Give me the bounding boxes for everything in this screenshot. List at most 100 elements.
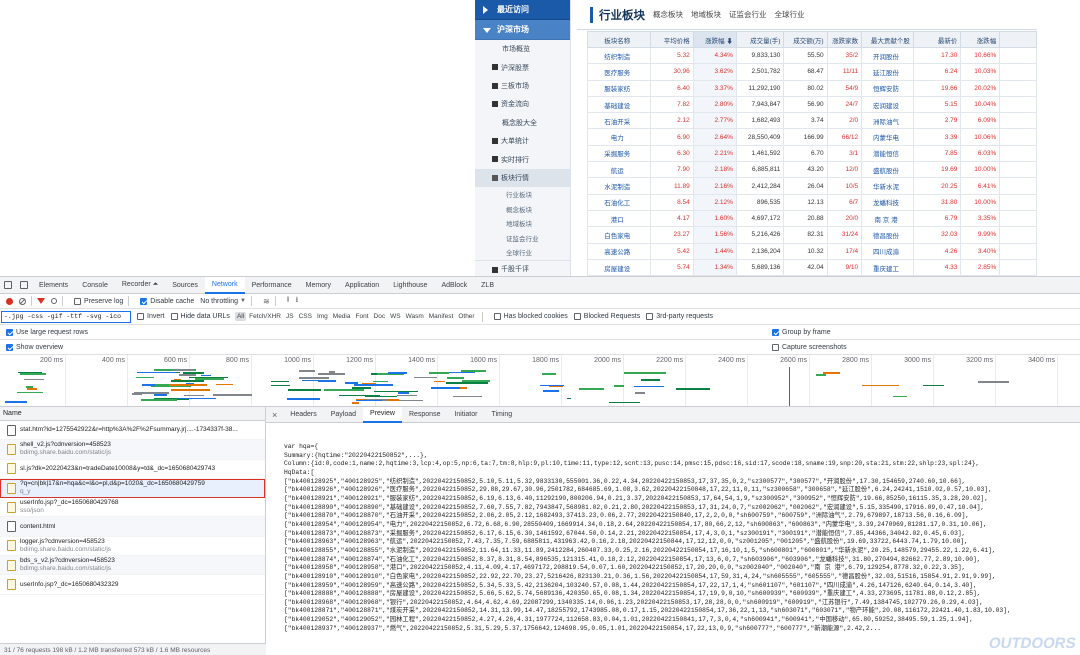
nav-recent-visits[interactable]: 最近访问 xyxy=(475,0,570,20)
column-header[interactable]: 最新价 xyxy=(912,31,962,48)
sidebar-item[interactable]: 资金流向 xyxy=(475,95,570,113)
export-icon[interactable]: ⭳ xyxy=(295,294,298,308)
type-filter[interactable]: WS xyxy=(388,312,402,321)
inspect-icon[interactable] xyxy=(4,281,12,289)
sidebar-subitem[interactable]: 证监会行业 xyxy=(475,231,570,246)
type-filter[interactable]: Fetch/XHR xyxy=(247,312,283,321)
name-column-header[interactable]: Name xyxy=(0,407,265,421)
request-row[interactable]: ?q=cn|bk|17&n=hqa&c=l&o=pl,d&p=1020&_dc=… xyxy=(0,478,265,499)
detail-tab[interactable]: Headers xyxy=(283,407,323,423)
preserve-log-checkbox[interactable]: Preserve log xyxy=(74,297,123,305)
table-row[interactable]: 石油开采 2.12 2.77% 1,682,493 3.74 2/0 洲际油气 2.79 6.0… xyxy=(587,112,1037,130)
site-tab[interactable]: 概念板块 xyxy=(653,9,683,20)
request-row[interactable]: content.html xyxy=(0,517,265,537)
throttling-select[interactable]: No throttling ▼ xyxy=(200,298,246,305)
devtools-tab[interactable]: ZLB xyxy=(474,277,501,294)
detail-tab[interactable]: Initiator xyxy=(447,407,484,423)
request-row[interactable]: sl.js?dk=20220423&n=tradeDate10008&y=td&… xyxy=(0,460,265,479)
sidebar-item[interactable]: 市场概览 xyxy=(475,40,570,58)
sidebar-subitem[interactable]: 行业板块 xyxy=(475,187,570,202)
request-row[interactable]: userInfo.jsp?_dc=1650680429768 sso/json xyxy=(0,498,265,518)
filter-icon[interactable] xyxy=(37,298,45,304)
site-tab[interactable]: 地域板块 xyxy=(691,9,721,20)
third-party-checkbox[interactable]: 3rd-party requests xyxy=(646,313,713,320)
devtools-tab[interactable]: Network xyxy=(204,276,245,294)
sidebar-item[interactable]: 沪深股票 xyxy=(475,58,570,76)
table-row[interactable]: 白色家电 23.27 1.56% 5,216,426 82.31 31/24 德昌股份 32.… xyxy=(587,226,1037,244)
close-icon[interactable]: × xyxy=(266,410,283,420)
devtools-tab[interactable]: Memory xyxy=(299,277,338,294)
sidebar-item[interactable]: 实时排行 xyxy=(475,150,570,168)
table-row[interactable]: 医疗服务 30.96 3.62% 2,501,782 68.47 11/11 延江股份 6.2… xyxy=(587,63,1037,81)
sidebar-item[interactable]: 三板市场 xyxy=(475,77,570,95)
filter-input[interactable] xyxy=(1,310,131,323)
table-row[interactable]: 高速公路 5.42 1.44% 2,136,204 10.32 17/4 四川成渝 4.26 3… xyxy=(587,242,1037,260)
show-overview-checkbox[interactable]: Show overview xyxy=(6,343,766,351)
devtools-tab[interactable]: Performance xyxy=(245,277,299,294)
column-header[interactable]: 最大贡献个股 xyxy=(861,31,914,48)
large-rows-checkbox[interactable]: Use large request rows xyxy=(6,328,766,336)
table-row[interactable]: 基础建设 7.82 2.80% 7,943,847 56.90 24/7 宏润建设 5.15 1… xyxy=(587,95,1037,114)
type-filter[interactable]: Doc xyxy=(372,312,388,321)
devtools-tab[interactable]: Console xyxy=(75,277,115,294)
column-header[interactable]: 平均价格 xyxy=(649,31,694,48)
table-row[interactable]: 航运 7.90 2.18% 6,885,811 43.20 12/0 盛航股份 19.69 10… xyxy=(587,161,1037,179)
import-icon[interactable]: ⭱ xyxy=(287,294,290,308)
search-icon[interactable] xyxy=(51,298,57,304)
devtools-tab[interactable]: Elements xyxy=(32,277,75,294)
type-filter[interactable]: Font xyxy=(354,312,371,321)
sidebar-item[interactable]: 板块行情 xyxy=(475,168,570,188)
type-filter[interactable]: Wasm xyxy=(404,312,426,321)
wifi-icon[interactable]: ≋ xyxy=(263,297,270,306)
sidebar-item[interactable]: 大单统计 xyxy=(475,132,570,150)
blocked-requests-checkbox[interactable]: Blocked Requests xyxy=(573,313,640,320)
devtools-tab[interactable]: Application xyxy=(338,277,386,294)
sidebar-item[interactable]: 千股千评 xyxy=(475,259,570,276)
table-row[interactable]: 石油化工 8.54 2.12% 896,535 12.13 6/7 龙蟠科技 31.80 10.… xyxy=(587,193,1037,211)
request-row[interactable]: userInfo.jsp?_dc=1650680432329 xyxy=(0,575,265,595)
detail-tab[interactable]: Response xyxy=(402,407,448,423)
column-header[interactable] xyxy=(999,31,1037,48)
network-overview-timeline[interactable]: 200 ms 400 ms 600 ms 800 ms 1000 ms 1200 ms 14… xyxy=(0,355,1080,407)
capture-screenshots-checkbox[interactable]: Capture screenshots xyxy=(772,343,847,351)
group-by-frame-checkbox[interactable]: Group by frame xyxy=(772,328,831,336)
table-row[interactable]: 电力 6.90 2.64% 28,550,409 166.99 66/12 内蒙华电 3.39… xyxy=(587,128,1037,146)
type-filter[interactable]: JS xyxy=(284,312,296,321)
table-row[interactable]: 采掘服务 6.30 2.21% 1,461,592 6.70 3/1 潜能恒信 7.85 6.0… xyxy=(587,144,1037,163)
nav-hushen-market[interactable]: 沪深市场 xyxy=(475,20,570,40)
sidebar-subitem[interactable]: 概念板块 xyxy=(475,202,570,217)
site-tab[interactable]: 证监会行业 xyxy=(729,9,767,20)
hide-data-urls-checkbox[interactable]: Hide data URLs xyxy=(170,313,230,320)
record-icon[interactable] xyxy=(6,297,13,305)
blocked-cookies-checkbox[interactable]: Has blocked cookies xyxy=(493,313,568,320)
detail-tab[interactable]: Payload xyxy=(324,407,363,423)
column-header[interactable]: 涨跌幅 ⬇ xyxy=(692,31,737,48)
clear-icon[interactable] xyxy=(19,297,26,305)
column-header[interactable]: 成交量(手) xyxy=(735,31,785,48)
type-filter[interactable]: Img xyxy=(315,312,330,321)
column-header[interactable]: 涨跌幅 xyxy=(960,31,1001,48)
sidebar-subitem[interactable]: 地域板块 xyxy=(475,216,570,231)
type-filter[interactable]: CSS xyxy=(297,312,314,321)
detail-tab[interactable]: Preview xyxy=(363,406,402,423)
type-filter[interactable]: Media xyxy=(331,312,353,321)
table-row[interactable]: 房屋建设 5.74 1.34% 5,689,136 42.04 9/10 重庆建工 4.33 2… xyxy=(587,258,1037,276)
request-row[interactable]: shell_v2.js?cdnversion=458523 bdimg.share… xyxy=(0,440,265,460)
table-row[interactable]: 水泥制造 11.89 2.16% 2,412,284 26.04 10/5 华新水泥 20.2… xyxy=(587,177,1037,195)
device-toolbar-icon[interactable] xyxy=(20,281,28,289)
devtools-tab[interactable]: Lighthouse xyxy=(386,277,434,294)
request-row[interactable]: bds_s_v2.js?cdnversion=458523 bdimg.share… xyxy=(0,556,265,576)
type-filter[interactable]: All xyxy=(234,312,247,321)
devtools-tab[interactable]: AdBlock xyxy=(434,277,474,294)
request-row[interactable]: stat.htm?id=1275542922&r=http%3A%2F%2Fsu… xyxy=(0,421,265,441)
detail-tab[interactable]: Timing xyxy=(484,407,519,423)
column-header[interactable]: 涨跌家数 xyxy=(826,31,863,48)
invert-checkbox[interactable]: Invert xyxy=(137,313,165,320)
disable-cache-checkbox[interactable]: Disable cache xyxy=(140,297,194,305)
type-filter[interactable]: Manifest xyxy=(427,312,456,321)
column-header[interactable]: 板块名称 xyxy=(587,31,651,48)
column-header[interactable]: 成交额(万) xyxy=(783,31,828,48)
site-tab[interactable]: 全球行业 xyxy=(775,9,805,20)
devtools-tab[interactable]: Sources xyxy=(165,277,205,294)
type-filter[interactable]: Other xyxy=(456,312,476,321)
